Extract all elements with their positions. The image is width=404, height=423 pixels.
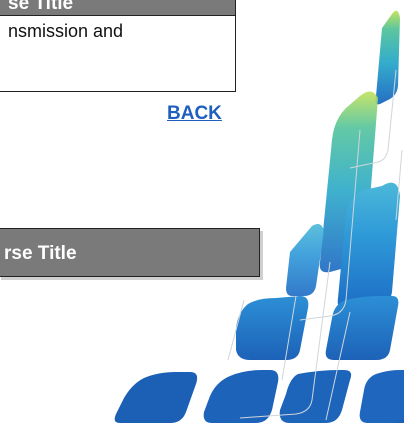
back-link[interactable]: BACK: [167, 103, 222, 125]
deco-bottom-shape-3: [279, 370, 352, 423]
page: se Title nsmission and BACK rse Title: [0, 0, 404, 423]
deco-shape-right-row: [325, 296, 399, 360]
deco-outline-6: [227, 299, 245, 361]
deco-bottom-shape-4: [359, 370, 404, 423]
deco-shape-mid-row: [236, 296, 309, 360]
deco-shape-right-tall: [337, 182, 400, 312]
deco-shape-mid-tall: [319, 91, 378, 273]
course-title-label: rse Title: [4, 243, 77, 264]
deco-outline-4: [239, 261, 331, 419]
course-description-text: nsmission and: [8, 21, 124, 41]
deco-bottom-left-1: [203, 370, 279, 423]
deco-shape-left-mid: [286, 224, 324, 296]
deco-bottom-left-2: [114, 372, 198, 423]
deco-bottom-shape-2: [372, 377, 404, 423]
deco-outline-3: [395, 149, 403, 221]
deco-outline-1: [349, 69, 397, 169]
deco-outline-2: [299, 129, 361, 321]
course-title-header-2: rse Title: [0, 228, 260, 277]
course-title-header: se Title: [0, 0, 236, 16]
deco-shape-top-right: [375, 10, 400, 105]
deco-outline-7: [281, 295, 297, 381]
deco-outline-5: [325, 311, 351, 421]
